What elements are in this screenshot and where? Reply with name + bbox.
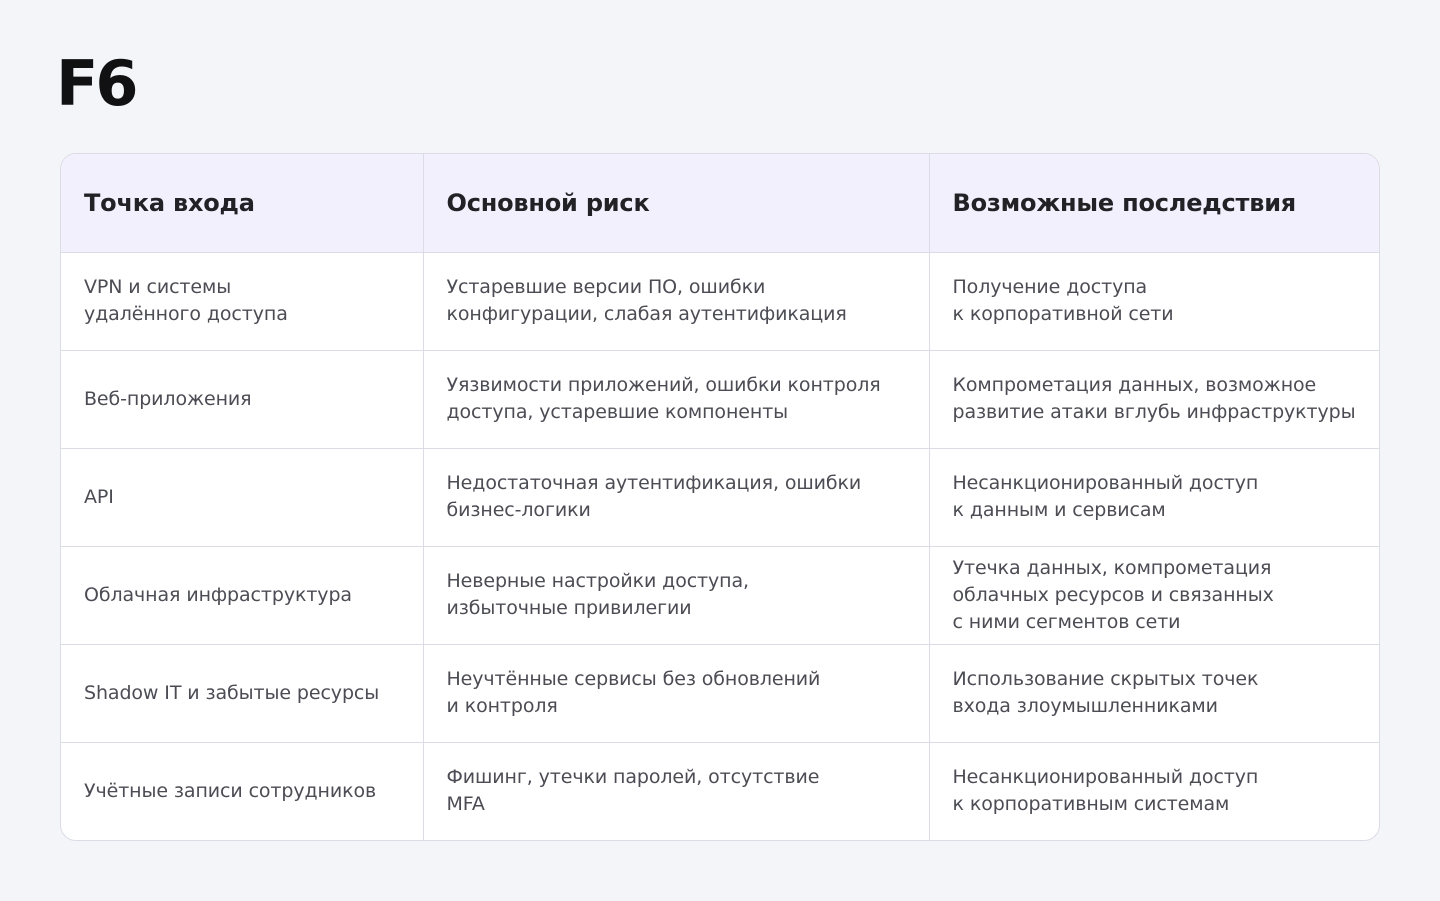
table-cell: Несанкционированный доступ к корпоративн… [952,766,1259,816]
table-row: Shadow IT и забытые ресурсы Неучтённые с… [61,644,1379,743]
table-cell: Неверные настройки доступа, избыточные п… [423,546,930,645]
risk-table: Точка входа Основной риск Возможные посл… [61,154,1379,840]
header-main-risk: Основной риск [423,154,930,253]
table-cell: Получение доступа к корпоративной сети [929,252,1379,351]
table-row: API Недостаточная аутентификация, ошибки… [61,448,1379,547]
table-cell: Веб-приложения [61,350,424,449]
table-header-row: Точка входа Основной риск Возможные посл… [61,154,1379,253]
table-cell: API [61,448,424,547]
table-row: Веб-приложения Уязвимости приложений, ош… [61,350,1379,449]
table-row: Учётные записи сотрудников Фишинг, утечк… [61,742,1379,840]
header-consequences: Возможные последствия [929,154,1379,253]
table-cell: Использование скрытых точек входа злоумы… [929,644,1379,743]
table-row: Облачная инфраструктура Неверные настрой… [61,546,1379,645]
table-cell: Устаревшие версии ПО, ошибки конфигураци… [423,252,930,351]
table-cell: Недостаточная аутентификация, ошибки биз… [423,448,930,547]
table-cell: Несанкционированный доступ к данным и се… [929,448,1379,547]
table-cell: Фишинг, утечки паролей, отсутствие MFA [423,742,930,840]
table-row: VPN и системы удалённого доступа Устарев… [61,252,1379,351]
risk-table-container: Точка входа Основной риск Возможные посл… [60,153,1380,841]
header-entry-point: Точка входа [61,154,424,253]
table-cell: Неучтённые сервисы без обновлений и конт… [423,644,930,743]
table-cell: Уязвимости приложений, ошибки контроля д… [423,350,930,449]
table-cell: VPN и системы удалённого доступа [61,252,424,351]
table-cell: Компрометация данных, возможное развитие… [929,350,1379,449]
table-cell: Учётные записи сотрудников [61,742,424,840]
table-cell: Облачная инфраструктура [61,546,424,645]
table-cell: Shadow IT и забытые ресурсы [61,644,424,743]
brand-logo: F6 [56,47,138,120]
table-cell: Утечка данных, компрометация облачных ре… [929,546,1379,645]
